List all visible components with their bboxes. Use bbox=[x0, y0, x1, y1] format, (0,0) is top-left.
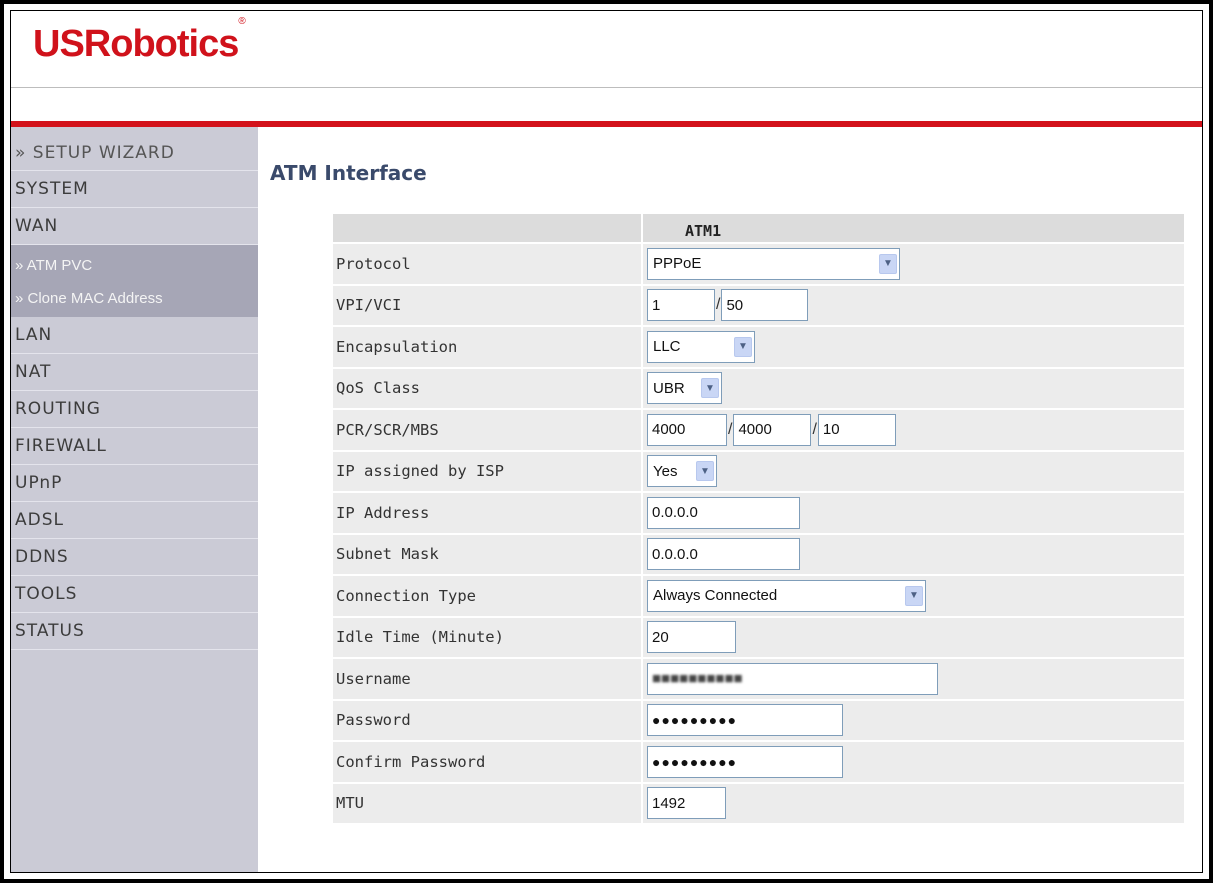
encapsulation-select[interactable]: LLC ▼ bbox=[647, 330, 755, 363]
vpi-vci-label: VPI/VCI bbox=[336, 296, 402, 315]
registered-mark: ® bbox=[238, 16, 245, 28]
qos-class-value: UBR bbox=[653, 379, 685, 397]
separator-slash: / bbox=[728, 420, 733, 438]
confirm-password-value: ●●●●●●●●● bbox=[652, 753, 738, 770]
pcr-scr-mbs-label: PCR/SCR/MBS bbox=[336, 420, 439, 439]
connection-type-label: Connection Type bbox=[336, 586, 476, 605]
sidebar-item-lan[interactable]: LAN bbox=[11, 317, 258, 354]
encapsulation-row: Encapsulation LLC ▼ bbox=[333, 327, 1184, 369]
protocol-value: PPPoE bbox=[653, 255, 702, 273]
pcr-input[interactable]: 4000 bbox=[647, 413, 727, 446]
vpi-input[interactable]: 1 bbox=[647, 289, 715, 322]
chevron-down-icon: ▼ bbox=[701, 378, 719, 399]
password-row: Password ●●●●●●●●● bbox=[333, 700, 1184, 742]
sidebar-item-nat[interactable]: NAT bbox=[11, 354, 258, 391]
confirm-password-input[interactable]: ●●●●●●●●● bbox=[647, 745, 843, 778]
password-input[interactable]: ●●●●●●●●● bbox=[647, 704, 843, 737]
sidebar-item-adsl[interactable]: ADSL bbox=[11, 502, 258, 539]
header-divider bbox=[11, 87, 1202, 88]
ip-assigned-row: IP assigned by ISP Yes ▼ bbox=[333, 451, 1184, 493]
pcr-scr-mbs-row: PCR/SCR/MBS 4000 / 4000 / 10 bbox=[333, 410, 1184, 452]
separator-slash: / bbox=[716, 296, 721, 314]
protocol-row: Protocol PPPoE ▼ bbox=[333, 244, 1184, 286]
mtu-label: MTU bbox=[336, 794, 364, 813]
sidebar-item-wan[interactable]: WAN bbox=[11, 208, 258, 245]
connection-type-value: Always Connected bbox=[653, 587, 778, 605]
mtu-row: MTU 1492 bbox=[333, 783, 1184, 825]
ip-address-input[interactable]: 0.0.0.0 bbox=[647, 496, 800, 529]
username-value: ■■■■■■■■■■ bbox=[652, 670, 743, 688]
sidebar-item-status[interactable]: STATUS bbox=[11, 613, 258, 650]
ip-address-label: IP Address bbox=[336, 503, 430, 522]
sidebar-nav: » SETUP WIZARD SYSTEM WAN » ATM PVC » Cl… bbox=[11, 127, 258, 872]
page-title: ATM Interface bbox=[270, 161, 427, 185]
sidebar-item-setup-wizard[interactable]: » SETUP WIZARD bbox=[11, 127, 258, 171]
sidebar-item-routing[interactable]: ROUTING bbox=[11, 391, 258, 428]
page-container: USRobotics® » SETUP WIZARD SYSTEM WAN » … bbox=[10, 10, 1203, 873]
idle-time-input[interactable]: 20 bbox=[647, 621, 736, 654]
header: USRobotics® bbox=[11, 11, 1202, 127]
sidebar-item-upnp[interactable]: UPnP bbox=[11, 465, 258, 502]
protocol-label: Protocol bbox=[336, 254, 411, 273]
connection-type-select[interactable]: Always Connected ▼ bbox=[647, 579, 926, 612]
protocol-select[interactable]: PPPoE ▼ bbox=[647, 247, 900, 280]
mtu-input[interactable]: 1492 bbox=[647, 787, 726, 820]
sidebar-item-tools[interactable]: TOOLS bbox=[11, 576, 258, 613]
mbs-input[interactable]: 10 bbox=[817, 413, 896, 446]
usrobotics-logo: USRobotics® bbox=[33, 16, 246, 66]
window-frame: USRobotics® » SETUP WIZARD SYSTEM WAN » … bbox=[0, 0, 1213, 883]
qos-class-select[interactable]: UBR ▼ bbox=[647, 372, 722, 405]
sidebar-subitem-clone-mac[interactable]: » Clone MAC Address bbox=[11, 282, 258, 315]
subnet-mask-input[interactable]: 0.0.0.0 bbox=[647, 538, 800, 571]
separator-slash: / bbox=[812, 420, 817, 438]
sidebar-wan-submenu: » ATM PVC » Clone MAC Address bbox=[11, 245, 258, 317]
password-value: ●●●●●●●●● bbox=[652, 712, 738, 729]
idle-time-label: Idle Time (Minute) bbox=[336, 628, 504, 647]
confirm-password-label: Confirm Password bbox=[336, 752, 486, 771]
sidebar-item-firewall[interactable]: FIREWALL bbox=[11, 428, 258, 465]
chevron-down-icon: ▼ bbox=[905, 585, 923, 606]
ip-address-row: IP Address 0.0.0.0 bbox=[333, 493, 1184, 535]
username-label: Username bbox=[336, 669, 411, 688]
scr-input[interactable]: 4000 bbox=[733, 413, 812, 446]
vpi-vci-row: VPI/VCI 1 / 50 bbox=[333, 285, 1184, 327]
chevron-down-icon: ▼ bbox=[696, 461, 714, 482]
logo-text: USRobotics bbox=[33, 23, 239, 65]
idle-time-row: Idle Time (Minute) 20 bbox=[333, 617, 1184, 659]
username-row: Username ■■■■■■■■■■ bbox=[333, 659, 1184, 701]
subnet-mask-label: Subnet Mask bbox=[336, 545, 439, 564]
subnet-mask-row: Subnet Mask 0.0.0.0 bbox=[333, 534, 1184, 576]
sidebar-item-system[interactable]: SYSTEM bbox=[11, 171, 258, 208]
table-header-row: ATM1 bbox=[333, 214, 1184, 244]
ip-assigned-label: IP assigned by ISP bbox=[336, 462, 504, 481]
password-label: Password bbox=[336, 711, 411, 730]
qos-class-row: QoS Class UBR ▼ bbox=[333, 368, 1184, 410]
sidebar-subitem-atm-pvc[interactable]: » ATM PVC bbox=[11, 249, 258, 282]
confirm-password-row: Confirm Password ●●●●●●●●● bbox=[333, 742, 1184, 784]
qos-class-label: QoS Class bbox=[336, 379, 420, 398]
vci-input[interactable]: 50 bbox=[721, 289, 809, 322]
username-input[interactable]: ■■■■■■■■■■ bbox=[647, 662, 938, 695]
atm-settings-table: ATM1 Protocol PPPoE ▼ VPI/VCI 1 / 50 Enc… bbox=[333, 214, 1184, 825]
encapsulation-value: LLC bbox=[653, 338, 681, 356]
ip-assigned-value: Yes bbox=[653, 462, 678, 480]
encapsulation-label: Encapsulation bbox=[336, 337, 458, 356]
sidebar-item-ddns[interactable]: DDNS bbox=[11, 539, 258, 576]
connection-type-row: Connection Type Always Connected ▼ bbox=[333, 576, 1184, 618]
main-content: ATM Interface ATM1 Protocol PPPoE ▼ VPI/… bbox=[258, 127, 1202, 872]
chevron-down-icon: ▼ bbox=[734, 336, 752, 357]
ip-assigned-select[interactable]: Yes ▼ bbox=[647, 455, 717, 488]
chevron-down-icon: ▼ bbox=[879, 253, 897, 274]
column-header-atm1: ATM1 bbox=[641, 214, 1184, 242]
